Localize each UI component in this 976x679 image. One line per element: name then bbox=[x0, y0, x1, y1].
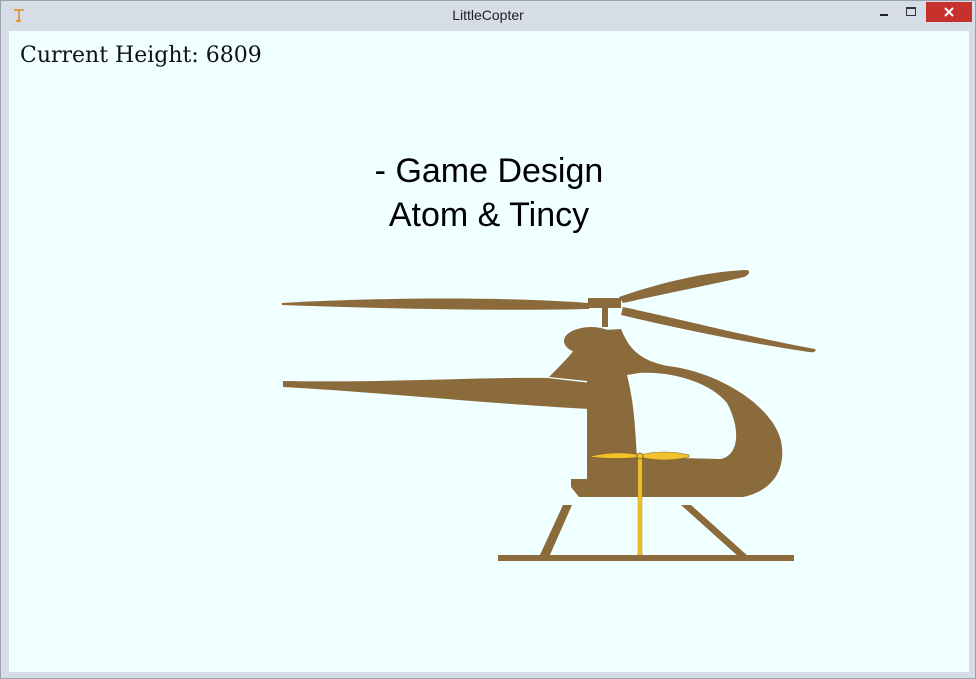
helicopter-sprite bbox=[282, 270, 816, 561]
helicopter-body bbox=[282, 270, 816, 561]
maximize-icon bbox=[906, 7, 916, 16]
maximize-button[interactable] bbox=[898, 2, 924, 22]
window-title: LittleCopter bbox=[452, 7, 524, 23]
game-canvas[interactable]: Current Height: 6809 - Game Design Atom … bbox=[9, 31, 969, 672]
minimize-icon bbox=[880, 14, 888, 16]
close-icon bbox=[944, 7, 954, 17]
close-button[interactable] bbox=[926, 2, 972, 22]
minimize-button[interactable] bbox=[871, 2, 897, 22]
app-window: LittleCopter Current Height: 6809 - Game… bbox=[0, 0, 976, 679]
title-bar[interactable]: LittleCopter bbox=[1, 1, 975, 31]
